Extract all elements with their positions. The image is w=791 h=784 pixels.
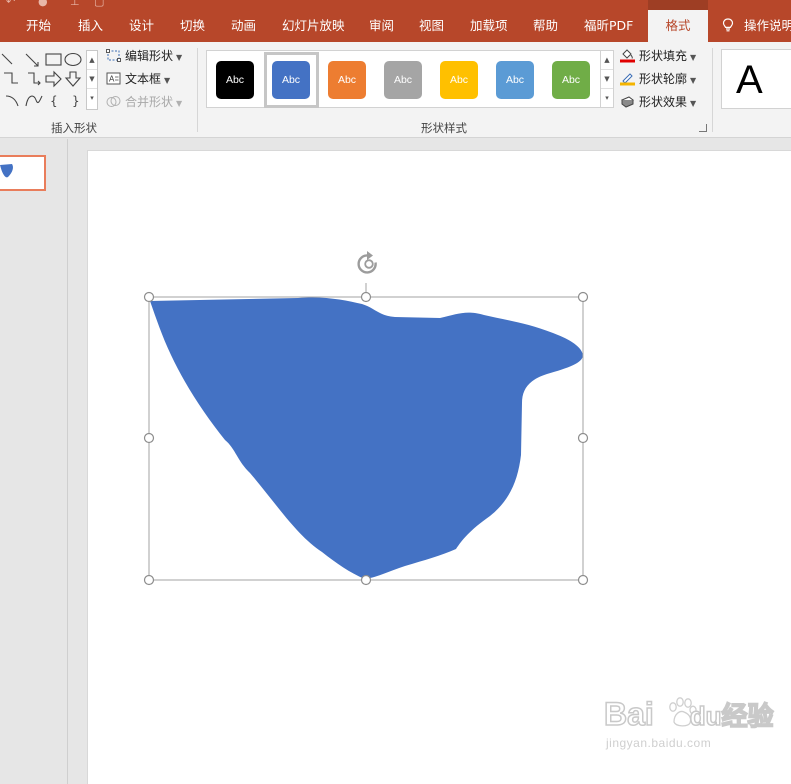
resize-handle-bottom-left[interactable] xyxy=(143,574,155,586)
baidu-jingyan-watermark: Bai du经验 jingyan.baidu.com xyxy=(603,695,774,774)
resize-handle-top-left[interactable] xyxy=(143,291,155,303)
watermark-url: jingyan.baidu.com xyxy=(606,736,712,750)
resize-handle-bottom-right[interactable] xyxy=(577,574,589,586)
resize-handle-left[interactable] xyxy=(143,432,155,444)
resize-handle-top[interactable] xyxy=(360,291,372,303)
shape-overlay xyxy=(143,251,589,586)
resize-handle-bottom[interactable] xyxy=(360,574,372,586)
watermark-brand: Bai du经验 xyxy=(603,695,774,733)
resize-handle-right[interactable] xyxy=(577,432,589,444)
rotation-handle-icon[interactable] xyxy=(357,251,377,274)
freeform-shape[interactable] xyxy=(150,297,583,579)
resize-handle-top-right[interactable] xyxy=(577,291,589,303)
